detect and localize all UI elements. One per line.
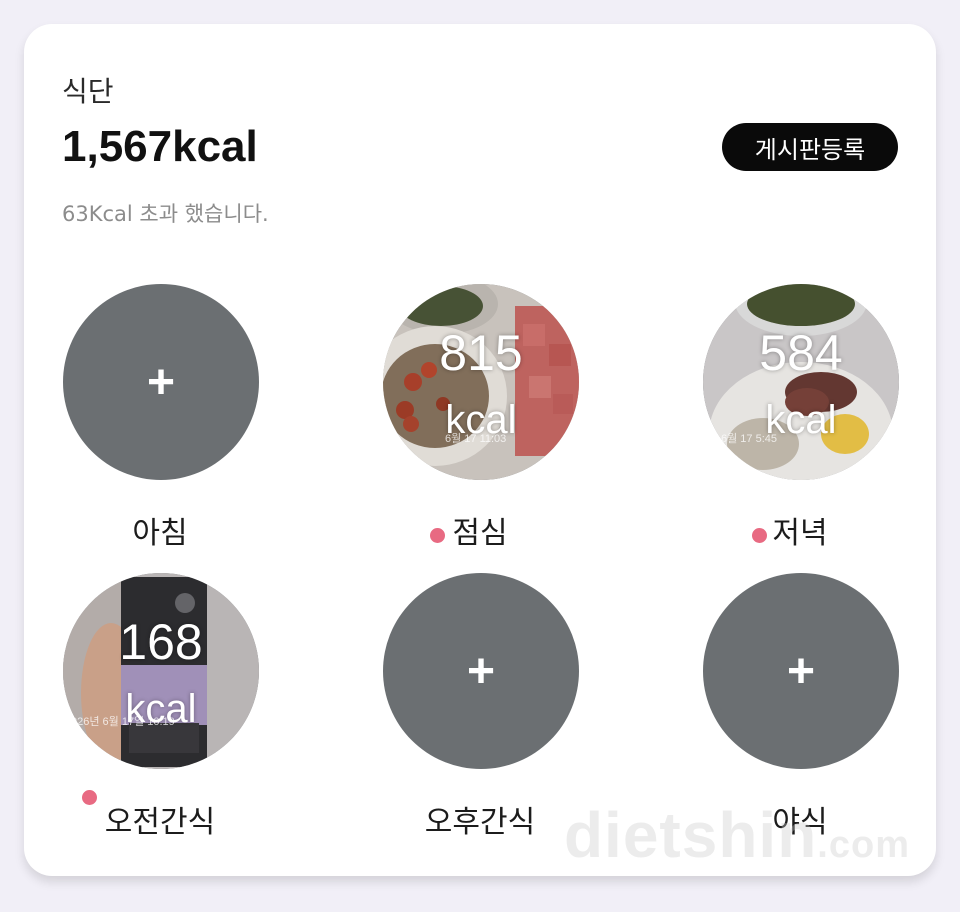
plus-icon: + (466, 644, 496, 698)
dinner-photo-circle[interactable]: 584 kcal 6월 17 5:45 (703, 284, 899, 480)
morning-snack-kcal-value: 168 (119, 614, 203, 670)
watermark-suffix: .com (817, 824, 910, 866)
plus-icon: + (146, 355, 176, 409)
board-register-button[interactable]: 게시판등록 (722, 123, 898, 171)
dinner-photo-timestamp: 6월 17 5:45 (721, 433, 777, 445)
meal-lunch[interactable]: 815 kcal 6월 17 11:03 점심 (380, 284, 580, 574)
meal-morning-snack[interactable]: 168 kcal 026년 6월 17일 10:19 오전간식 (60, 573, 260, 863)
plus-icon: + (786, 644, 816, 698)
afternoon-snack-add-circle[interactable]: + (383, 573, 579, 769)
section-title: 식단 (62, 75, 114, 108)
breakfast-add-circle[interactable]: + (63, 284, 259, 480)
meal-label-afternoon-snack: 오후간식 (424, 805, 536, 840)
meal-label-breakfast: 아침 (132, 516, 188, 551)
lunch-photo (383, 284, 579, 480)
morning-snack-photo-circle[interactable]: 168 kcal 026년 6월 17일 10:19 (63, 573, 259, 769)
meal-label-morning-snack: 오전간식 (104, 805, 216, 840)
dinner-photo (703, 284, 899, 480)
meal-label-dinner: 저녁 (772, 516, 828, 551)
lunch-photo-timestamp: 6월 17 11:03 (445, 433, 507, 445)
meal-afternoon-snack[interactable]: + 오후간식 (380, 573, 580, 863)
lunch-photo-circle[interactable]: 815 kcal 6월 17 11:03 (383, 284, 579, 480)
meal-label-lunch: 점심 (452, 516, 508, 551)
dinner-kcal-value: 584 (759, 325, 843, 381)
calorie-excess-note: 63Kcal 초과 했습니다. (62, 202, 269, 226)
meal-breakfast[interactable]: + 아침 (60, 284, 260, 574)
morning-snack-photo-timestamp: 026년 6월 17일 10:19 (71, 716, 175, 728)
diet-card: 식단 1,567kcal 게시판등록 63Kcal 초과 했습니다. + 아침 (24, 24, 936, 876)
total-calories: 1,567kcal (62, 122, 258, 171)
watermark-main: dietshin (563, 799, 818, 871)
meal-dinner[interactable]: 584 kcal 6월 17 5:45 저녁 (700, 284, 900, 574)
morning-snack-photo (63, 573, 259, 769)
late-snack-add-circle[interactable]: + (703, 573, 899, 769)
lunch-kcal-value: 815 (439, 325, 523, 381)
site-watermark: dietshin.com (564, 798, 910, 872)
